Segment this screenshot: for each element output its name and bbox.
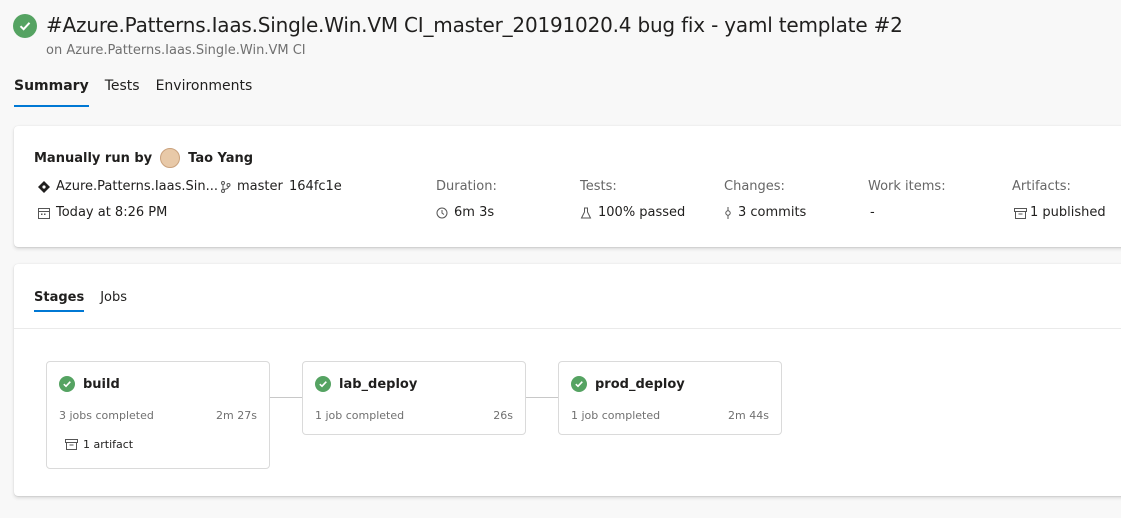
stages-tab-bar: Stages Jobs	[34, 290, 127, 312]
run-summary-card: Manually run by Tao Yang Azure.Patterns.…	[14, 126, 1121, 247]
changes-label: Changes:	[724, 179, 785, 194]
tab-environments[interactable]: Environments	[156, 78, 253, 107]
stage-connector	[526, 397, 558, 398]
artifacts-value[interactable]: 1 published	[1030, 205, 1106, 220]
tests-label: Tests:	[580, 179, 617, 194]
stage-jobs: 1 job completed	[315, 409, 405, 422]
stage-name: prod_deploy	[595, 376, 685, 392]
work-items-label: Work items:	[868, 179, 946, 194]
artifacts-label: Artifacts:	[1012, 179, 1071, 194]
stage-header: build	[59, 376, 120, 392]
duration-value: 6m 3s	[454, 205, 495, 220]
user-name[interactable]: Tao Yang	[188, 151, 253, 166]
time-row: Today at 8:26 PM	[38, 205, 167, 220]
changes-value-row: 3 commits	[724, 205, 806, 220]
beaker-icon	[580, 207, 592, 218]
work-items-value: -	[870, 205, 875, 220]
stage-card-lab-deploy[interactable]: lab_deploy 1 job completed 26s	[302, 361, 526, 435]
stage-jobs: 3 jobs completed	[59, 409, 154, 422]
status-success-icon	[13, 14, 37, 38]
run-by-row: Manually run by Tao Yang	[34, 148, 253, 168]
stage-duration: 26s	[493, 409, 513, 422]
repo-row: Azure.Patterns.Iaas.Sin...	[38, 179, 218, 194]
stage-duration: 2m 27s	[216, 409, 257, 422]
stage-artifact-label: 1 artifact	[83, 438, 134, 451]
calendar-icon	[38, 207, 50, 219]
page-title: #Azure.Patterns.Iaas.Single.Win.VM CI_ma…	[46, 13, 903, 37]
tab-jobs[interactable]: Jobs	[100, 290, 127, 312]
stages-card: Stages Jobs build 3 jobs completed 2m 27…	[14, 264, 1121, 496]
tab-stages[interactable]: Stages	[34, 290, 85, 312]
stage-artifact-row[interactable]: 1 artifact	[65, 438, 133, 451]
stage-success-icon	[571, 376, 587, 392]
stage-success-icon	[59, 376, 75, 392]
commit-icon	[725, 206, 731, 219]
stage-duration: 2m 44s	[728, 409, 769, 422]
artifact-icon	[1014, 207, 1027, 219]
tab-summary[interactable]: Summary	[14, 78, 89, 107]
tab-tests[interactable]: Tests	[105, 78, 140, 107]
tests-value-row: 100% passed	[580, 205, 685, 220]
artifacts-value-row: 1 published	[1014, 205, 1106, 220]
stage-success-icon	[315, 376, 331, 392]
stage-header: prod_deploy	[571, 376, 685, 392]
tests-value[interactable]: 100% passed	[598, 205, 685, 220]
tab-bar: Summary Tests Environments	[14, 78, 252, 107]
branch-row: master	[220, 179, 283, 194]
stage-header: lab_deploy	[315, 376, 417, 392]
branch-icon	[221, 180, 231, 193]
stage-card-prod-deploy[interactable]: prod_deploy 1 job completed 2m 44s	[558, 361, 782, 435]
stage-card-build[interactable]: build 3 jobs completed 2m 27s 1 artifact	[46, 361, 270, 469]
stage-name: lab_deploy	[339, 376, 418, 392]
duration-label: Duration:	[436, 179, 497, 194]
branch-name[interactable]: master	[237, 179, 283, 194]
stage-jobs: 1 job completed	[571, 409, 661, 422]
changes-value[interactable]: 3 commits	[738, 205, 806, 220]
stages-tab-header	[14, 264, 1121, 329]
stage-name: build	[83, 376, 120, 392]
stage-connector	[270, 397, 302, 398]
duration-value-row: 6m 3s	[436, 205, 494, 220]
commit-id[interactable]: 164fc1e	[289, 179, 342, 194]
avatar	[160, 148, 181, 168]
pipeline-subtitle[interactable]: on Azure.Patterns.Iaas.Single.Win.VM CI	[46, 43, 306, 58]
run-time: Today at 8:26 PM	[56, 205, 168, 220]
repo-name[interactable]: Azure.Patterns.Iaas.Sin...	[56, 179, 218, 194]
clock-icon	[436, 207, 448, 218]
git-repo-icon	[38, 180, 50, 193]
artifact-icon	[65, 439, 78, 450]
run-by-label: Manually run by	[34, 150, 153, 166]
